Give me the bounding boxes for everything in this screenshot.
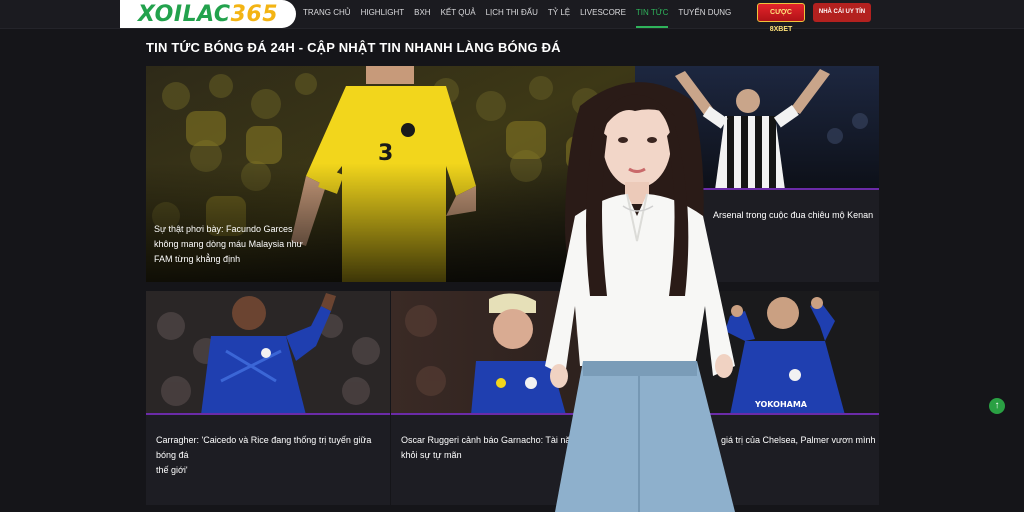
featured-title-line3[interactable]: FAM từng khẳng định: [154, 252, 454, 267]
promo-model-overlay: [545, 82, 735, 512]
nav-item-news[interactable]: TIN TỨC: [635, 0, 669, 28]
main-nav: TRANG CHỦ HIGHLIGHT BXH KẾT QUẢ LỊCH THI…: [298, 0, 736, 28]
article-card-1-title-line2[interactable]: thế giới': [156, 463, 386, 478]
page-title: TIN TỨC BÓNG ĐÁ 24H - CẬP NHẬT TIN NHANH…: [146, 40, 561, 55]
nav-item-standings[interactable]: BXH: [414, 0, 430, 28]
logo-text-number: 365: [230, 1, 279, 27]
top-navigation-bar: XOILAC365 TRANG CHỦ HIGHLIGHT BXH KẾT QU…: [0, 0, 1024, 33]
nav-item-highlight[interactable]: HIGHLIGHT: [361, 0, 405, 28]
site-logo[interactable]: XOILAC365: [120, 0, 296, 28]
nav-item-careers[interactable]: TUYỂN DỤNG: [678, 0, 731, 28]
article-card-1-image: [146, 291, 390, 415]
nav-item-fixtures[interactable]: LỊCH THI ĐẤU: [486, 0, 538, 28]
trusted-bookmaker-button[interactable]: NHÀ CÁI UY TÍN: [813, 3, 871, 22]
bet-8xbet-button[interactable]: CƯỢC 8XBET: [757, 3, 805, 33]
article-card-1-title-line1[interactable]: Carragher: 'Caicedo và Rice đang thống t…: [156, 433, 386, 463]
featured-article-title: Sự thật phơi bày: Facundo Garces không m…: [154, 222, 454, 267]
nav-item-home[interactable]: TRANG CHỦ: [303, 0, 351, 28]
nav-item-odds[interactable]: TỶ LỆ: [548, 0, 570, 28]
featured-title-line1[interactable]: Sự thật phơi bày: Facundo Garces: [154, 222, 454, 237]
article-card-1-title: Carragher: 'Caicedo và Rice đang thống t…: [156, 433, 386, 478]
svg-text:YOKOHAMA: YOKOHAMA: [754, 400, 808, 409]
arrow-up-icon[interactable]: ↑: [989, 398, 1005, 414]
article-card-1[interactable]: Carragher: 'Caicedo và Rice đang thống t…: [146, 291, 390, 505]
nav-item-results[interactable]: KẾT QUẢ: [441, 0, 476, 28]
logo-text-main: XOILAC: [138, 1, 231, 27]
nav-item-livescore[interactable]: LIVESCORE: [580, 0, 626, 28]
featured-title-line2[interactable]: không mang dòng máu Malaysia như: [154, 237, 454, 252]
